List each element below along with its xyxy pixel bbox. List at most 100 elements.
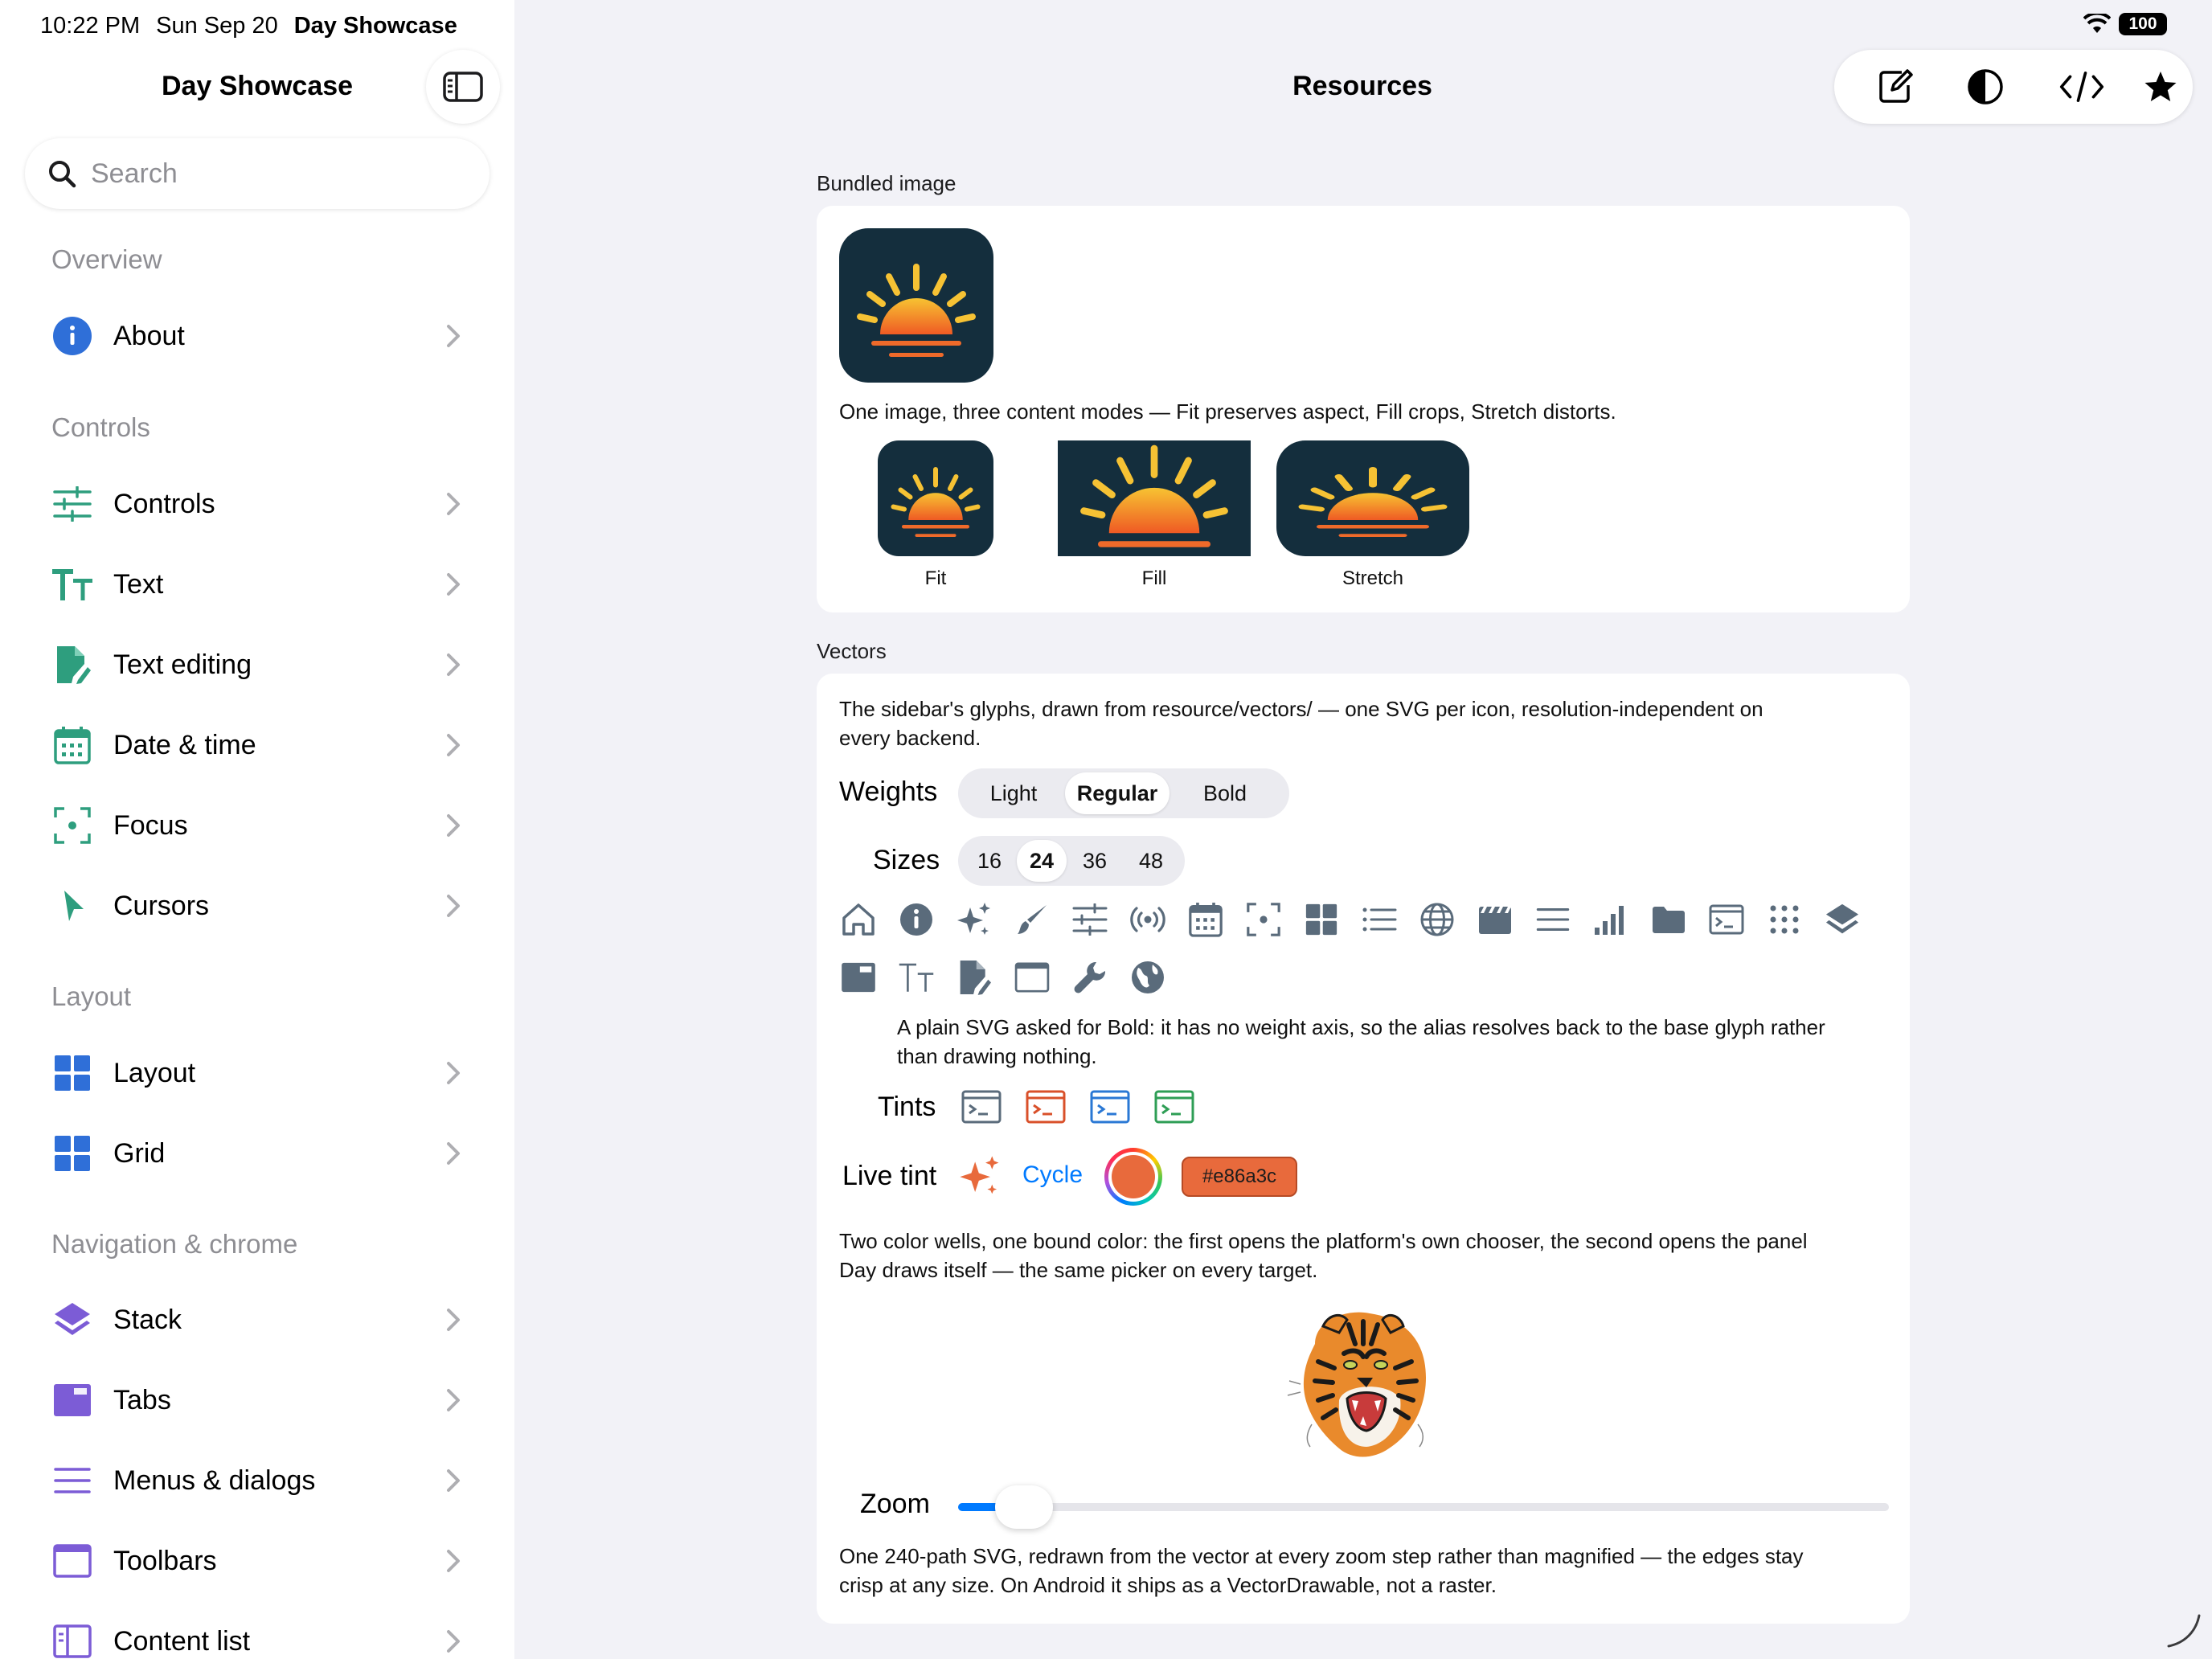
vectors-description-line1: The sidebar's glyphs, drawn from resourc… [839, 697, 1763, 721]
zoom-slider-thumb[interactable] [995, 1485, 1053, 1529]
sidebar-item-toolbars[interactable]: Toolbars [0, 1525, 514, 1597]
info-icon [51, 315, 93, 357]
sparkles-icon [960, 1156, 999, 1194]
fit-mode-label: Fit [924, 567, 947, 589]
sidebar-item-label: Text editing [113, 649, 252, 680]
chevron-right-icon [447, 734, 460, 756]
size-option-48[interactable]: 48 [1123, 840, 1179, 882]
page-title: Resources [1292, 71, 1432, 101]
sidebar-item-label: Stack [113, 1304, 182, 1335]
search-field[interactable]: Search [25, 138, 490, 209]
search-placeholder: Search [91, 158, 178, 189]
bundled-image-label: Bundled image [817, 171, 956, 195]
sidebar-item-label: Menus & dialogs [113, 1464, 316, 1496]
weight-option-bold[interactable]: Bold [1169, 772, 1280, 814]
sidebar-item-label: Toolbars [113, 1545, 217, 1576]
system-color-well[interactable] [1104, 1148, 1162, 1206]
custom-color-well[interactable]: #e86a3c [1182, 1157, 1297, 1197]
tints-label: Tints [878, 1092, 936, 1122]
compose-button[interactable] [1873, 64, 1918, 109]
focus-icon [51, 805, 93, 846]
info-icon [897, 900, 936, 939]
toolbar [1834, 50, 2193, 124]
contrast-button[interactable] [1963, 64, 2008, 109]
sidebar-item-focus[interactable]: Focus [0, 789, 514, 862]
stretch-mode-image [1276, 440, 1469, 556]
globe-icon [1418, 900, 1456, 939]
weight-option-light[interactable]: Light [962, 772, 1065, 814]
size-option-24[interactable]: 24 [1017, 840, 1067, 882]
sidebar-item-label: Controls [113, 488, 215, 519]
zoom-slider[interactable] [958, 1503, 1889, 1511]
section-overview: Overview [51, 244, 162, 274]
sidebar-item-tabs[interactable]: Tabs [0, 1364, 514, 1436]
sidebar: 10:22 PM Sun Sep 20 Day Showcase Day Showc… [0, 0, 514, 1659]
sidebar-item-date-time[interactable]: Date & time [0, 709, 514, 781]
sidebar-item-label: Text [113, 568, 164, 600]
terminal-icon [1707, 900, 1746, 939]
fill-mode-image [1058, 440, 1251, 556]
bold-alias-note-line1: A plain SVG asked for Bold: it has no we… [897, 1015, 1825, 1039]
section-controls: Controls [51, 412, 150, 442]
menu-icon [51, 1460, 93, 1501]
favorite-button[interactable] [2138, 64, 2183, 109]
chevron-right-icon [447, 1630, 460, 1653]
color-wells-note-line1: Two color wells, one bound color: the fi… [839, 1229, 1808, 1253]
wrench-icon [1071, 958, 1109, 997]
sidebar-item-label: Tabs [113, 1384, 171, 1415]
content-list-icon [51, 1620, 93, 1659]
compose-icon [1879, 69, 1913, 103]
sidebar-toggle-button[interactable] [426, 50, 500, 124]
grid-icon [1302, 900, 1341, 939]
sidebar-item-text[interactable]: Text [0, 548, 514, 621]
size-option-16[interactable]: 16 [962, 840, 1017, 882]
chevron-right-icon [447, 814, 460, 837]
tabs-icon [839, 958, 878, 997]
live-tint-label: Live tint [842, 1161, 937, 1191]
sidebar-item-layout[interactable]: Layout [0, 1037, 514, 1109]
resize-handle-icon[interactable] [2164, 1611, 2202, 1649]
sidebar-item-about[interactable]: About [0, 300, 514, 372]
section-layout: Layout [51, 981, 132, 1011]
color-wells-note-line2: Day draws itself — the same picker on ev… [839, 1258, 1318, 1282]
code-icon [2059, 72, 2104, 102]
status-app-name: Day Showcase [293, 13, 457, 39]
sidebar-item-text-editing[interactable]: Text editing [0, 629, 514, 701]
sidebar-item-cursors[interactable]: Cursors [0, 870, 514, 942]
terminal-icon [1154, 1090, 1194, 1124]
weights-segmented-control: Light Regular Bold [958, 768, 1289, 818]
chevron-right-icon [447, 1309, 460, 1331]
signal-bars-icon [1591, 900, 1630, 939]
svg-zoom-note-line1: One 240-path SVG, redrawn from the vecto… [839, 1544, 1804, 1568]
weight-option-regular[interactable]: Regular [1065, 772, 1169, 814]
tabs-icon [51, 1379, 93, 1421]
svg-zoom-note-line2: crisp at any size. On Android it ships a… [839, 1573, 1497, 1597]
bold-alias-note-line2: than drawing nothing. [897, 1044, 1097, 1068]
size-option-36[interactable]: 36 [1067, 840, 1123, 882]
sidebar-item-content-list[interactable]: Content list [0, 1605, 514, 1659]
content-modes-description: One image, three content modes — Fit pre… [839, 399, 1616, 424]
sidebar-item-controls[interactable]: Controls [0, 468, 514, 540]
bundled-image-card: One image, three content modes — Fit pre… [817, 206, 1910, 612]
status-bar-left: 10:22 PM Sun Sep 20 Day Showcase [40, 13, 457, 39]
folder-icon [1649, 900, 1688, 939]
code-button[interactable] [2059, 64, 2104, 109]
grid-icon [51, 1133, 93, 1174]
sidebar-item-menus-dialogs[interactable]: Menus & dialogs [0, 1444, 514, 1517]
doc-edit-icon [51, 644, 93, 686]
sidebar-toggle-icon [443, 72, 483, 102]
cycle-button[interactable]: Cycle [1022, 1161, 1083, 1190]
menu-icon [1534, 900, 1572, 939]
sidebar-item-label: Content list [113, 1625, 251, 1657]
sidebar-item-grid[interactable]: Grid [0, 1117, 514, 1190]
fit-mode-image [878, 440, 993, 556]
stack-icon [1823, 900, 1862, 939]
status-date: Sun Sep 20 [156, 13, 278, 39]
broadcast-icon [1129, 900, 1167, 939]
zoom-label: Zoom [860, 1489, 930, 1519]
status-bar-right: 100 [2083, 13, 2167, 35]
earth-icon [1129, 958, 1167, 997]
weights-label: Weights [839, 776, 938, 807]
chevron-right-icon [447, 1062, 460, 1084]
sidebar-item-stack[interactable]: Stack [0, 1284, 514, 1356]
